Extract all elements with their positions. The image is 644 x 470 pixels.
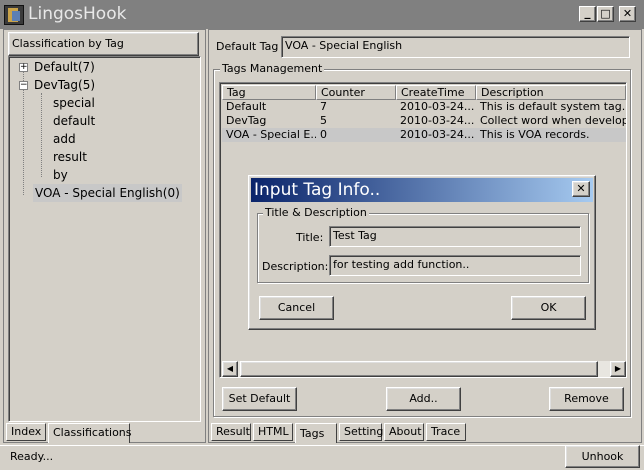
column-header-description[interactable]: Description: [476, 85, 626, 100]
cell-tag: VOA - Special E...: [226, 128, 316, 141]
scroll-thumb[interactable]: [240, 361, 598, 377]
tree-item-add[interactable]: add: [53, 130, 76, 148]
set-default-button[interactable]: Set Default: [222, 387, 297, 411]
table-row-selected[interactable]: VOA - Special E... 0 2010-03-24... This …: [222, 128, 626, 142]
tree-item-by[interactable]: by: [53, 166, 68, 184]
column-header-counter[interactable]: Counter: [316, 85, 396, 100]
add-button[interactable]: Add..: [386, 387, 461, 411]
table-row[interactable]: DevTag 5 2010-03-24... Collect word when…: [222, 114, 626, 128]
collapse-icon[interactable]: −: [19, 81, 28, 90]
title-field[interactable]: Test Tag: [329, 226, 581, 247]
expand-icon[interactable]: +: [19, 63, 28, 72]
cell-tag: Default: [226, 100, 267, 113]
scroll-right-icon[interactable]: ▶: [610, 361, 626, 377]
dialog-title: Input Tag Info..: [254, 180, 381, 200]
close-button[interactable]: ✕: [619, 6, 636, 22]
cell-createtime: 2010-03-24...: [400, 100, 475, 113]
cell-description: This is VOA records.: [480, 128, 590, 141]
ok-button[interactable]: OK: [511, 296, 586, 320]
title-label: Title:: [296, 231, 324, 244]
cell-counter: 5: [320, 114, 327, 127]
default-tag-field[interactable]: VOA - Special English: [281, 36, 630, 58]
tab-classifications[interactable]: Classifications: [48, 423, 132, 443]
tab-tags[interactable]: Tags: [295, 423, 337, 443]
status-bar: [0, 445, 644, 470]
dialog-close-icon[interactable]: ✕: [572, 181, 590, 197]
cell-tag: DevTag: [226, 114, 267, 127]
tree-item-default-word[interactable]: default: [53, 112, 95, 130]
tab-about[interactable]: About: [384, 423, 424, 441]
unhook-button[interactable]: Unhook: [565, 445, 640, 468]
tree-item-voa[interactable]: VOA - Special English(0): [33, 184, 182, 202]
scroll-left-icon[interactable]: ◀: [222, 361, 238, 377]
minimize-button[interactable]: _: [579, 6, 596, 22]
tree-item-special[interactable]: special: [53, 94, 95, 112]
cell-createtime: 2010-03-24...: [400, 128, 475, 141]
classification-tree[interactable]: + Default(7) − DevTag(5) special default…: [8, 56, 201, 422]
tags-management-legend: Tags Management: [220, 62, 325, 75]
status-text: Ready...: [10, 450, 54, 463]
horizontal-scrollbar[interactable]: ◀ ▶: [222, 361, 626, 377]
window-title: LingosHook: [28, 4, 127, 24]
column-header-createtime[interactable]: CreateTime: [396, 85, 476, 100]
cell-description: This is default system tag.: [480, 100, 626, 113]
input-tag-dialog: Input Tag Info.. ✕ Title & Description T…: [248, 175, 596, 330]
remove-button[interactable]: Remove: [549, 387, 624, 411]
title-description-legend: Title & Description: [263, 206, 369, 219]
tab-setting[interactable]: Setting: [339, 423, 383, 441]
tree-item-default[interactable]: Default(7): [34, 58, 95, 76]
default-tag-label: Default Tag: [216, 40, 279, 53]
maximize-button[interactable]: □: [597, 6, 614, 22]
classification-header: Classification by Tag: [8, 32, 199, 56]
cell-counter: 7: [320, 100, 327, 113]
cancel-button[interactable]: Cancel: [259, 296, 334, 320]
tab-index[interactable]: Index: [6, 423, 46, 441]
tab-trace[interactable]: Trace: [426, 423, 466, 441]
description-label: Description:: [262, 260, 329, 273]
tree-connector: [41, 93, 42, 177]
table-row[interactable]: Default 7 2010-03-24... This is default …: [222, 100, 626, 114]
column-header-tag[interactable]: Tag: [222, 85, 316, 100]
tree-item-devtag[interactable]: DevTag(5): [34, 76, 95, 94]
app-icon[interactable]: [4, 5, 24, 25]
description-field[interactable]: for testing add function..: [329, 255, 581, 276]
cell-counter: 0: [320, 128, 327, 141]
tree-item-result[interactable]: result: [53, 148, 87, 166]
tab-result[interactable]: Result: [211, 423, 251, 441]
cell-createtime: 2010-03-24...: [400, 114, 475, 127]
tab-html[interactable]: HTML: [253, 423, 293, 441]
cell-description: Collect word when developing: [480, 114, 626, 127]
